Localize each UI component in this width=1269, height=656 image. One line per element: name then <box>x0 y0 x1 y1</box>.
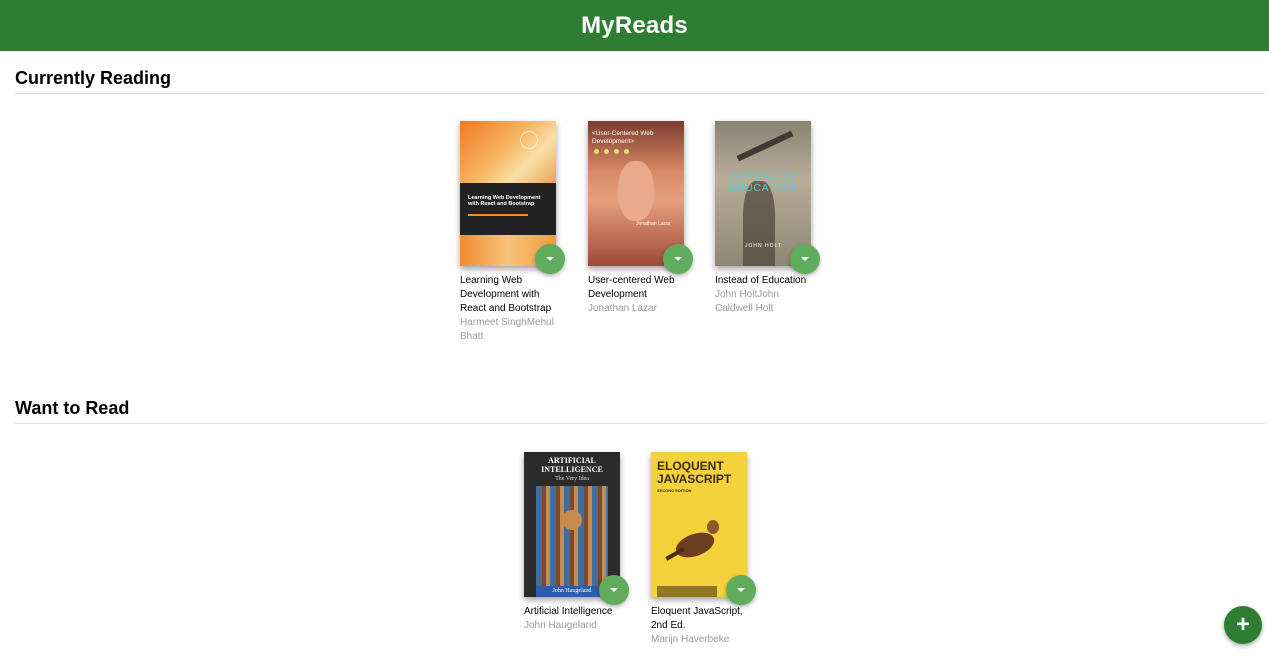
shelf-changer-button[interactable] <box>663 244 693 274</box>
cover-title: Learning Web Development with React and … <box>468 195 541 207</box>
book-authors: John Haugeland <box>524 620 597 631</box>
arrow-drop-down-icon <box>801 257 809 261</box>
cover-author: John Haugeland <box>552 588 592 594</box>
arrow-drop-down-icon <box>737 588 745 592</box>
cover-title: ARTIFICIAL INTELLIGENCE <box>541 456 603 474</box>
shelf-changer-button[interactable] <box>790 244 820 274</box>
arrow-drop-down-icon <box>674 257 682 261</box>
cover-title: ELOQUENT JAVASCRIPT <box>657 459 732 486</box>
cover-author: Jonathan Lazar <box>636 221 671 227</box>
book-authors: Harmeet SinghMehul Bhatt <box>460 317 554 342</box>
book-title: User-centered Web Development <box>588 275 675 300</box>
book-item: INSTEAD OF EDUCATION JOHN HOLT Instead o… <box>715 121 820 316</box>
shelf-title-want-to-read: Want to Read <box>15 398 1265 424</box>
arrow-drop-down-icon <box>610 588 618 592</box>
cover-author: JOHN HOLT <box>745 243 782 249</box>
book-authors: Jonathan Lazar <box>588 303 657 314</box>
book-authors: John HoltJohn Caldwell Holt <box>715 289 779 314</box>
book-title: Eloquent JavaScript, 2nd Ed. <box>651 606 743 631</box>
book-cover[interactable]: ELOQUENT JAVASCRIPT SECOND EDITION <box>651 452 747 597</box>
book-cover[interactable]: <User-Centered Web Development> Jonathan… <box>588 121 684 266</box>
book-item: ARTIFICIAL INTELLIGENCE The Very Idea Jo… <box>524 452 629 633</box>
shelf-changer-button[interactable] <box>726 575 756 605</box>
cover-title: <User-Centered Web Development> <box>592 130 654 145</box>
app-header: MyReads <box>0 0 1269 51</box>
book-title: Artificial Intelligence <box>524 606 613 617</box>
cover-subtitle: The Very Idea <box>555 476 589 482</box>
shelf-changer-button[interactable] <box>599 575 629 605</box>
shelf-title-currently-reading: Currently Reading <box>15 68 1265 94</box>
plus-icon: + <box>1235 611 1250 638</box>
book-title: Learning Web Development with React and … <box>460 275 552 314</box>
book-item: ELOQUENT JAVASCRIPT SECOND EDITION Eloqu… <box>651 452 756 647</box>
book-cover[interactable]: INSTEAD OF EDUCATION JOHN HOLT <box>715 121 811 266</box>
book-item: Learning Web Development with React and … <box>460 121 565 344</box>
cover-edition: SECOND EDITION <box>657 488 692 493</box>
book-cover[interactable]: ARTIFICIAL INTELLIGENCE The Very Idea Jo… <box>524 452 620 597</box>
shelf-changer-button[interactable] <box>535 244 565 274</box>
book-authors: Marijn Haverbeke <box>651 634 730 645</box>
book-cover[interactable]: Learning Web Development with React and … <box>460 121 556 266</box>
cover-title: INSTEAD OF EDUCATION <box>727 171 798 194</box>
app-title: MyReads <box>581 11 688 39</box>
add-book-button[interactable]: + <box>1224 606 1262 644</box>
arrow-drop-down-icon <box>546 257 554 261</box>
book-item: <User-Centered Web Development> Jonathan… <box>588 121 693 316</box>
book-title: Instead of Education <box>715 275 807 286</box>
